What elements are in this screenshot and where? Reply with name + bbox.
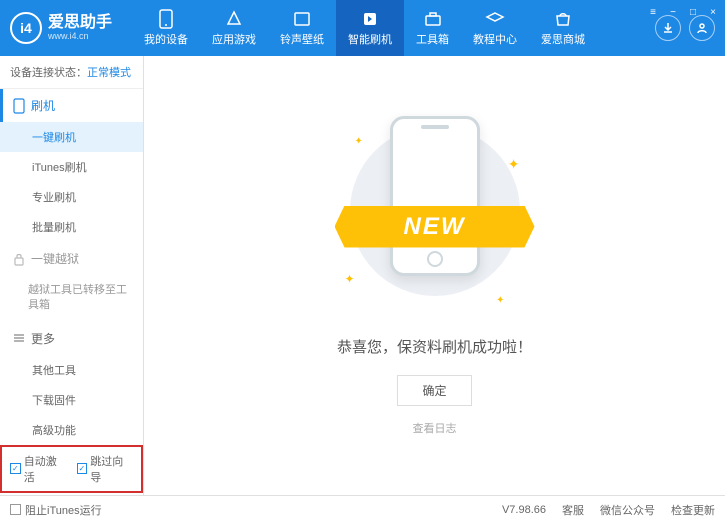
sidebar-item-pro-flash[interactable]: 专业刷机 — [0, 182, 143, 212]
wallpaper-icon — [292, 9, 312, 29]
sidebar-item-download-fw[interactable]: 下载固件 — [0, 385, 143, 415]
nav-my-device[interactable]: 我的设备 — [132, 0, 200, 56]
sidebar-item-oneclick-flash[interactable]: 一键刷机 — [0, 122, 143, 152]
nav-apps[interactable]: 应用游戏 — [200, 0, 268, 56]
star-icon: ✦ — [345, 272, 355, 286]
star-icon: ✦ — [355, 136, 363, 147]
main-content: NEW ✦ ✦ ✦ ✦ 恭喜您，保资料刷机成功啦！ 确定 查看日志 — [144, 56, 725, 495]
nav-store[interactable]: 爱思商城 — [529, 0, 597, 56]
window-controls: ≡ − □ × — [647, 2, 719, 18]
success-illustration: NEW ✦ ✦ ✦ ✦ — [345, 116, 525, 316]
footer-right: V7.98.66 客服 微信公众号 检查更新 — [502, 502, 715, 518]
user-icon[interactable] — [689, 15, 715, 41]
logo-icon: i4 — [10, 12, 42, 44]
star-icon: ✦ — [508, 156, 520, 173]
checkbox-skip-guide[interactable]: ✓跳过向导 — [77, 453, 134, 485]
main-nav: 我的设备 应用游戏 铃声壁纸 智能刷机 工具箱 教程中心 爱思商城 — [132, 0, 647, 56]
checkbox-auto-activate[interactable]: ✓自动激活 — [10, 453, 67, 485]
footer-wechat[interactable]: 微信公众号 — [600, 502, 655, 518]
view-log-link[interactable]: 查看日志 — [413, 420, 457, 436]
sidebar-bottom: ✓自动激活 ✓跳过向导 iPhone 12 mini 64GB Down-12m… — [0, 445, 143, 495]
sidebar-section-jailbreak[interactable]: 一键越狱 — [0, 242, 143, 275]
body: 设备连接状态：正常模式 刷机 一键刷机 iTunes刷机 专业刷机 批量刷机 一… — [0, 56, 725, 495]
header-actions — [655, 15, 715, 41]
phone-icon — [13, 98, 25, 114]
close-button[interactable]: × — [707, 6, 719, 18]
version-label: V7.98.66 — [502, 504, 546, 516]
sidebar: 设备连接状态：正常模式 刷机 一键刷机 iTunes刷机 专业刷机 批量刷机 一… — [0, 56, 144, 495]
flash-options-box: ✓自动激活 ✓跳过向导 — [0, 445, 143, 493]
success-message: 恭喜您，保资料刷机成功啦！ — [337, 336, 532, 357]
maximize-button[interactable]: □ — [687, 6, 699, 18]
check-icon: ✓ — [77, 463, 88, 474]
app-url: www.i4.cn — [48, 31, 112, 41]
nav-flash[interactable]: 智能刷机 — [336, 0, 404, 56]
sidebar-item-batch-flash[interactable]: 批量刷机 — [0, 212, 143, 242]
apps-icon — [224, 9, 244, 29]
footer-support[interactable]: 客服 — [562, 502, 584, 518]
app-window: i4 爱思助手 www.i4.cn 我的设备 应用游戏 铃声壁纸 智能刷机 工具… — [0, 0, 725, 523]
lock-icon — [13, 252, 25, 266]
list-icon — [13, 333, 25, 343]
sidebar-section-flash[interactable]: 刷机 — [0, 89, 143, 122]
ok-button[interactable]: 确定 — [397, 375, 471, 406]
new-banner: NEW — [335, 206, 535, 248]
check-icon: ✓ — [10, 463, 21, 474]
flash-icon — [360, 9, 380, 29]
toolbox-icon — [423, 9, 443, 29]
sidebar-item-advanced[interactable]: 高级功能 — [0, 415, 143, 445]
star-icon: ✦ — [496, 295, 504, 306]
footer-check-update[interactable]: 检查更新 — [671, 502, 715, 518]
minimize-button[interactable]: − — [667, 6, 679, 18]
graduation-icon — [485, 9, 505, 29]
header: i4 爱思助手 www.i4.cn 我的设备 应用游戏 铃声壁纸 智能刷机 工具… — [0, 0, 725, 56]
nav-ringtones[interactable]: 铃声壁纸 — [268, 0, 336, 56]
sidebar-item-itunes-flash[interactable]: iTunes刷机 — [0, 152, 143, 182]
checkbox-block-itunes[interactable]: 阻止iTunes运行 — [10, 502, 102, 518]
nav-tutorials[interactable]: 教程中心 — [461, 0, 529, 56]
phone-icon — [156, 9, 176, 29]
phone-illustration — [390, 116, 480, 276]
footer: 阻止iTunes运行 V7.98.66 客服 微信公众号 检查更新 — [0, 495, 725, 523]
store-icon — [553, 9, 573, 29]
app-name: 爱思助手 — [48, 15, 112, 31]
app-logo: i4 爱思助手 www.i4.cn — [10, 12, 112, 44]
sidebar-section-more[interactable]: 更多 — [0, 322, 143, 355]
nav-toolbox[interactable]: 工具箱 — [404, 0, 461, 56]
jailbreak-note: 越狱工具已转移至工具箱 — [0, 275, 143, 322]
download-icon[interactable] — [655, 15, 681, 41]
settings-button[interactable]: ≡ — [647, 6, 659, 18]
checkbox-icon — [10, 504, 21, 515]
sidebar-item-other-tools[interactable]: 其他工具 — [0, 355, 143, 385]
connection-status: 设备连接状态：正常模式 — [0, 56, 143, 89]
